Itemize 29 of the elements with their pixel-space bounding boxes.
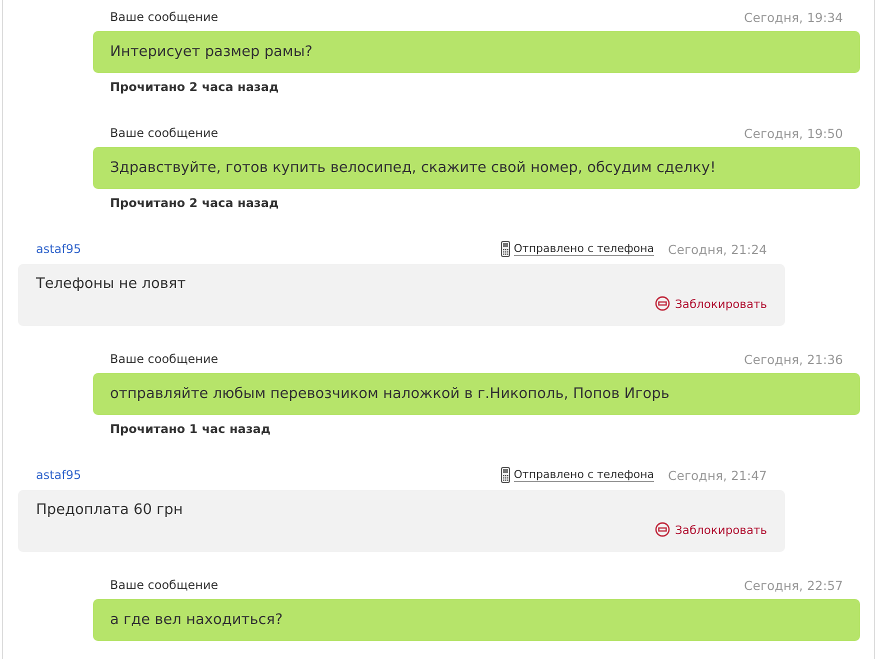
- message-text: Телефоны не ловят: [36, 276, 186, 292]
- block-link[interactable]: Заблокировать: [655, 522, 767, 537]
- sent-from-phone-label: Отправлено с телефона: [514, 242, 654, 256]
- sender-label: Ваше сообщение: [110, 10, 220, 24]
- message-bubble: а где вел находиться?: [93, 599, 860, 641]
- sent-from-phone-label: Отправлено с телефона: [514, 468, 654, 482]
- block-icon: [655, 522, 670, 537]
- message-time: Сегодня, 21:24: [668, 242, 767, 256]
- message-bubble: Здравствуйте, готов купить велосипед, скажите свой номер, обсудим сделку!: [93, 147, 860, 189]
- block-link[interactable]: Заблокировать: [655, 296, 767, 311]
- username-link[interactable]: astaf95: [36, 242, 82, 256]
- sender-label: Ваше сообщение: [110, 126, 220, 140]
- mobile-phone-icon: [500, 467, 510, 483]
- block-icon: [655, 296, 670, 311]
- username-link[interactable]: astaf95: [36, 468, 82, 482]
- message-time: Сегодня, 22:57: [744, 578, 843, 592]
- message-time: Сегодня, 19:34: [744, 10, 843, 24]
- message-time: Сегодня, 21:36: [744, 352, 843, 366]
- message-text: Предоплата 60 грн: [36, 502, 183, 518]
- read-status: Прочитано 2 часа назад: [109, 81, 280, 94]
- read-status: Прочитано 1 час назад: [109, 423, 272, 436]
- message-time: Сегодня, 21:47: [668, 468, 767, 482]
- sender-label: Ваше сообщение: [110, 352, 220, 366]
- read-status: Прочитано 2 часа назад: [109, 197, 280, 210]
- mobile-phone-icon: [500, 241, 510, 257]
- message-time: Сегодня, 19:50: [744, 126, 843, 140]
- message-bubble: Интерисует размер рамы?: [93, 31, 860, 73]
- message-bubble: отправляйте любым перевозчиком наложкой в г.Никополь, Попов Игорь: [93, 373, 860, 415]
- sender-label: Ваше сообщение: [110, 578, 220, 592]
